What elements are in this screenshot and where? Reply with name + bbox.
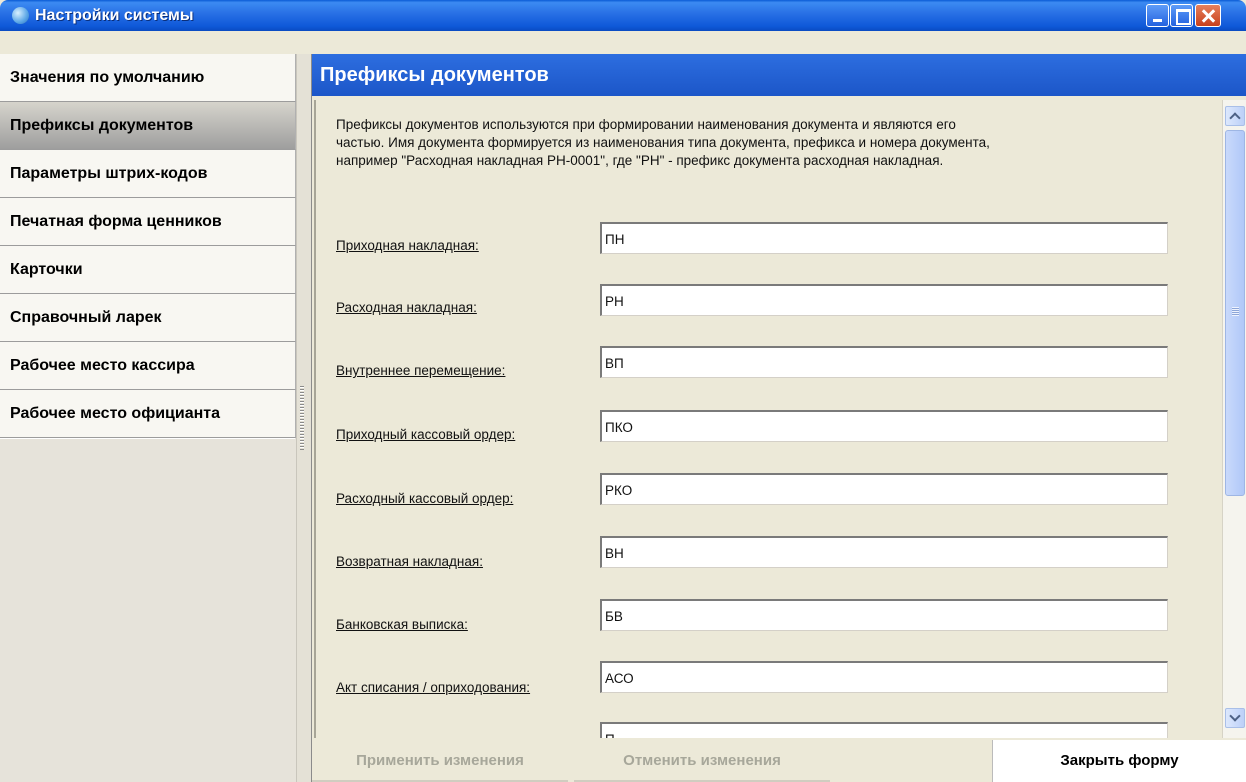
- description-text: Префиксы документов используются при фор…: [336, 116, 1196, 170]
- close-icon[interactable]: [1195, 4, 1221, 27]
- settings-sidebar: Значения по умолчанию Префиксы документо…: [0, 54, 296, 782]
- form-footer: Применить изменения Отменить изменения З…: [312, 740, 1246, 782]
- app-globe-icon: [12, 7, 29, 24]
- label-outgoing-invoice: Расходная накладная:: [336, 300, 477, 315]
- partial-prefix-input[interactable]: [600, 722, 1168, 738]
- section-title: Префиксы документов: [320, 64, 549, 86]
- minimize-icon[interactable]: [1146, 4, 1169, 27]
- return-invoice-prefix-input[interactable]: [600, 536, 1168, 568]
- cancel-changes-button[interactable]: Отменить изменения: [574, 740, 830, 782]
- cash-receipt-order-prefix-input[interactable]: [600, 410, 1168, 442]
- sidebar-item-barcode-params[interactable]: Параметры штрих-кодов: [0, 150, 296, 199]
- panel-splitter[interactable]: [296, 54, 312, 782]
- title-bar[interactable]: Настройки системы: [0, 0, 1246, 31]
- sidebar-item-waiter-workplace[interactable]: Рабочее место официанта: [0, 390, 296, 439]
- description-line: например "Расходная накладная РН-0001", …: [336, 153, 944, 168]
- outgoing-invoice-prefix-input[interactable]: [600, 284, 1168, 316]
- scroll-down-icon[interactable]: [1225, 708, 1245, 728]
- splitter-grip[interactable]: [300, 386, 304, 450]
- window-title: Настройки системы: [35, 7, 194, 24]
- scroll-thumb[interactable]: [1225, 130, 1245, 496]
- sidebar-item-info-kiosk[interactable]: Справочный ларек: [0, 294, 296, 343]
- internal-transfer-prefix-input[interactable]: [600, 346, 1168, 378]
- settings-window: Настройки системы Значения по умолчанию …: [0, 0, 1246, 782]
- cash-expense-order-prefix-input[interactable]: [600, 473, 1168, 505]
- close-form-button[interactable]: Закрыть форму: [992, 740, 1246, 782]
- label-bank-statement: Банковская выписка:: [336, 617, 468, 632]
- sidebar-item-defaults[interactable]: Значения по умолчанию: [0, 54, 296, 103]
- apply-changes-button[interactable]: Применить изменения: [312, 740, 568, 782]
- sidebar-item-document-prefixes[interactable]: Префиксы документов: [0, 102, 296, 151]
- sidebar-item-price-tag-print[interactable]: Печатная форма ценников: [0, 198, 296, 247]
- sidebar-item-cards[interactable]: Карточки: [0, 246, 296, 295]
- label-cash-receipt-order: Приходный кассовый ордер:: [336, 427, 516, 442]
- label-internal-transfer: Внутреннее перемещение:: [336, 363, 506, 378]
- writeoff-act-prefix-input[interactable]: [600, 661, 1168, 693]
- label-incoming-invoice: Приходная накладная:: [336, 238, 479, 253]
- description-line: Префиксы документов используются при фор…: [336, 117, 956, 132]
- label-writeoff-act: Акт списания / оприходования:: [336, 680, 531, 695]
- sidebar-item-cashier-workplace[interactable]: Рабочее место кассира: [0, 342, 296, 391]
- label-return-invoice: Возвратная накладная:: [336, 554, 483, 569]
- description-line: частью. Имя документа формируется из наи…: [336, 135, 990, 150]
- maximize-icon[interactable]: [1170, 4, 1193, 27]
- section-header: Префиксы документов: [312, 54, 1246, 96]
- label-cash-expense-order: Расходный кассовый ордер:: [336, 491, 514, 506]
- incoming-invoice-prefix-input[interactable]: [600, 222, 1168, 254]
- scroll-up-icon[interactable]: [1225, 106, 1245, 126]
- vertical-scrollbar[interactable]: [1222, 100, 1246, 738]
- bank-statement-prefix-input[interactable]: [600, 599, 1168, 631]
- prefix-form-panel: Префиксы документов используются при фор…: [314, 100, 1222, 738]
